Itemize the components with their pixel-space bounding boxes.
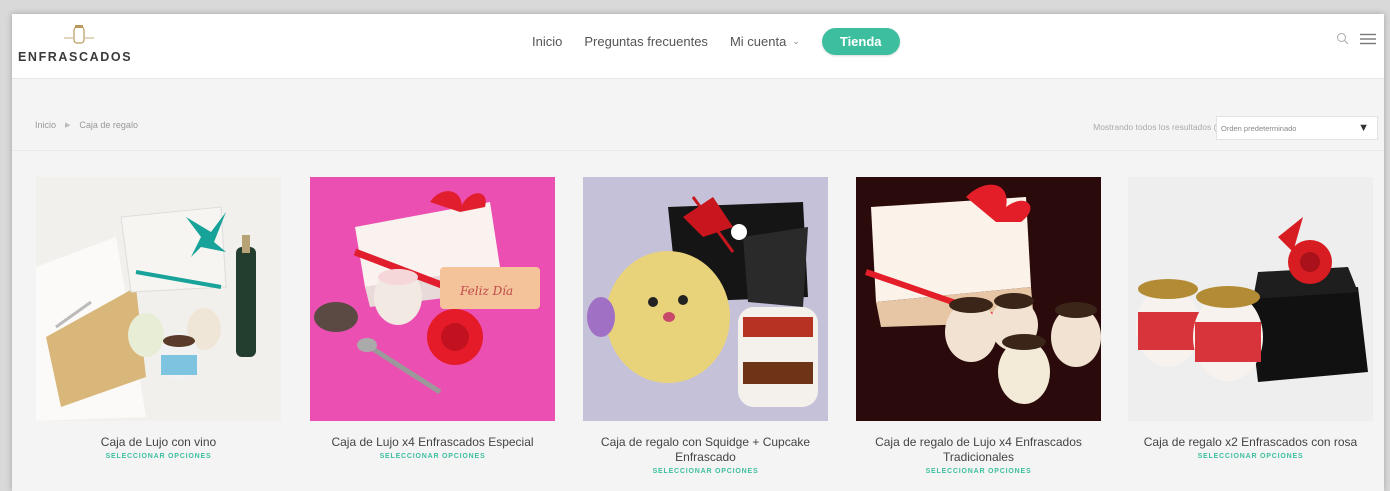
product-title[interactable]: Caja de regalo con Squidge + Cupcake Enf… — [583, 435, 828, 465]
menu-icon[interactable] — [1360, 33, 1376, 45]
order-select[interactable]: Orden predeterminado ▼ — [1216, 116, 1378, 140]
breadcrumb-separator-icon: ▶ — [65, 122, 71, 129]
select-options-link[interactable]: SELECCIONAR OPCIONES — [583, 468, 828, 475]
product-card[interactable]: Caja de regalo x2 Enfrascados con rosa S… — [1128, 177, 1373, 460]
product-title[interactable]: Caja de Lujo con vino — [36, 435, 281, 450]
product-image[interactable] — [583, 177, 828, 421]
nav-preguntas-frecuentes[interactable]: Preguntas frecuentes — [584, 34, 708, 49]
product-title[interactable]: Caja de Lujo x4 Enfrascados Especial — [310, 435, 555, 450]
product-image[interactable]: Feliz Día — [310, 177, 555, 421]
product-title[interactable]: Caja de regalo de Lujo x4 Enfrascados Tr… — [856, 435, 1101, 465]
results-count: Mostrando todos los resultados (8) — [1093, 122, 1224, 132]
order-select-value: Orden predeterminado — [1221, 123, 1297, 133]
shop-toolbar: Inicio ▶ Caja de regalo Mostrando todos … — [12, 78, 1384, 151]
nav-mi-cuenta[interactable]: Mi cuenta ⌄ — [730, 34, 800, 49]
dropdown-arrow-icon: ▼ — [1358, 122, 1369, 134]
product-card[interactable]: Caja de regalo con Squidge + Cupcake Enf… — [583, 177, 828, 475]
site-header: ENFRASCADOS Inicio Preguntas frecuentes … — [12, 14, 1384, 79]
product-card[interactable]: Feliz Día Caja de Lujo x4 Enfrascados Es… — [310, 177, 555, 460]
jar-logo-icon — [64, 25, 94, 44]
breadcrumb-current: Caja de regalo — [79, 120, 138, 130]
nav-tienda-button[interactable]: Tienda — [821, 27, 900, 55]
nav-mi-cuenta-label: Mi cuenta — [729, 33, 787, 49]
select-options-link[interactable]: SELECCIONAR OPCIONES — [1128, 453, 1373, 460]
product-title[interactable]: Caja de regalo x2 Enfrascados con rosa — [1128, 435, 1373, 450]
browser-frame: ENFRASCADOS Inicio Preguntas frecuentes … — [12, 14, 1384, 491]
select-options-link[interactable]: SELECCIONAR OPCIONES — [856, 468, 1101, 475]
product-grid: Caja de Lujo con vino SELECCIONAR OPCION… — [36, 177, 1376, 491]
select-options-link[interactable]: SELECCIONAR OPCIONES — [36, 453, 281, 460]
search-icon[interactable] — [1336, 32, 1350, 46]
select-options-link[interactable]: SELECCIONAR OPCIONES — [310, 453, 555, 460]
brand-name: ENFRASCADOS — [18, 50, 133, 64]
product-image[interactable] — [36, 177, 281, 421]
product-image[interactable] — [1128, 177, 1373, 421]
product-card[interactable]: Caja de regalo de Lujo x4 Enfrascados Tr… — [856, 177, 1101, 475]
main-nav: Inicio Preguntas frecuentes Mi cuenta ⌄ … — [532, 27, 900, 55]
breadcrumb: Inicio ▶ Caja de regalo — [35, 120, 138, 130]
breadcrumb-inicio[interactable]: Inicio — [35, 120, 56, 130]
product-card[interactable]: Caja de Lujo con vino SELECCIONAR OPCION… — [36, 177, 281, 460]
site-logo[interactable]: ENFRASCADOS — [18, 24, 138, 68]
card-label: Feliz Día — [459, 284, 513, 298]
chevron-down-icon: ⌄ — [792, 35, 800, 46]
product-image[interactable] — [856, 177, 1101, 421]
nav-inicio[interactable]: Inicio — [532, 34, 562, 49]
header-icons — [1336, 32, 1376, 46]
